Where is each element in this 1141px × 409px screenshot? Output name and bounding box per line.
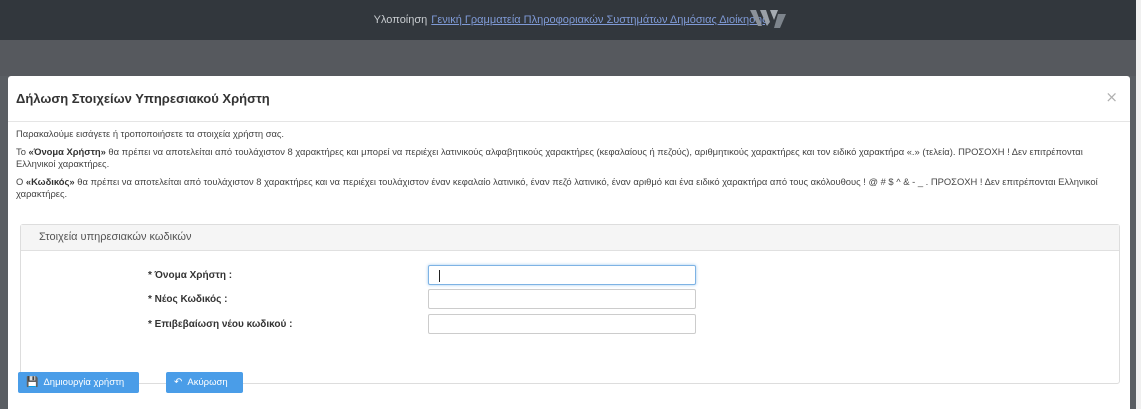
intro-text: Παρακαλούμε εισάγετε ή τροποποιήσετε τα …: [16, 128, 285, 139]
user-declaration-modal: Δήλωση Στοιχείων Υπηρεσιακού Χρήστη × Πα…: [8, 76, 1130, 409]
modal-header: Δήλωση Στοιχείων Υπηρεσιακού Χρήστη ×: [8, 76, 1130, 122]
credit-prefix: Υλοποίηση: [373, 14, 428, 26]
create-user-button[interactable]: 💾 Δημιουργία χρήστη: [18, 372, 139, 393]
cancel-label: Ακύρωση: [187, 377, 228, 388]
undo-icon: ↶: [174, 377, 183, 388]
credit-link[interactable]: Γενική Γραμματεία Πληροφοριακών Συστημάτ…: [431, 14, 767, 26]
username-rule: Το «Όνομα Χρήστη» θα πρέπει να αποτελείτ…: [16, 146, 1083, 169]
password-rule: Ο «Κωδικός» θα πρέπει να αποτελείται από…: [16, 176, 1098, 199]
text-caret: [439, 270, 440, 282]
top-bar: Υλοποίηση Γενική Γραμματεία Πληροφοριακώ…: [0, 0, 1141, 40]
logo-icon: [748, 8, 812, 30]
panel-title: Στοιχεία υπηρεσιακών κωδικών: [21, 225, 1119, 251]
modal-title: Δήλωση Στοιχείων Υπηρεσιακού Χρήστη: [16, 91, 270, 106]
close-icon[interactable]: ×: [1105, 88, 1118, 106]
username-label: * Όνομα Χρήστη :: [148, 270, 233, 281]
backdrop-band: [0, 40, 1141, 76]
scrollbar-track[interactable]: [1136, 0, 1141, 409]
create-user-label: Δημιουργία χρήστη: [43, 377, 125, 388]
credentials-panel: Στοιχεία υπηρεσιακών κωδικών * Όνομα Χρή…: [20, 224, 1120, 384]
new-password-label: * Νέος Κωδικός :: [148, 294, 228, 305]
new-password-input[interactable]: [428, 289, 696, 309]
username-input[interactable]: [428, 265, 696, 285]
cancel-button[interactable]: ↶ Ακύρωση: [166, 372, 243, 393]
confirm-password-input[interactable]: [428, 314, 696, 334]
modal-body-text: Παρακαλούμε εισάγετε ή τροποποιήσετε τα …: [16, 128, 1116, 206]
save-icon: 💾: [26, 377, 39, 388]
confirm-password-label: * Επιβεβαίωση νέου κωδικού :: [148, 319, 293, 330]
